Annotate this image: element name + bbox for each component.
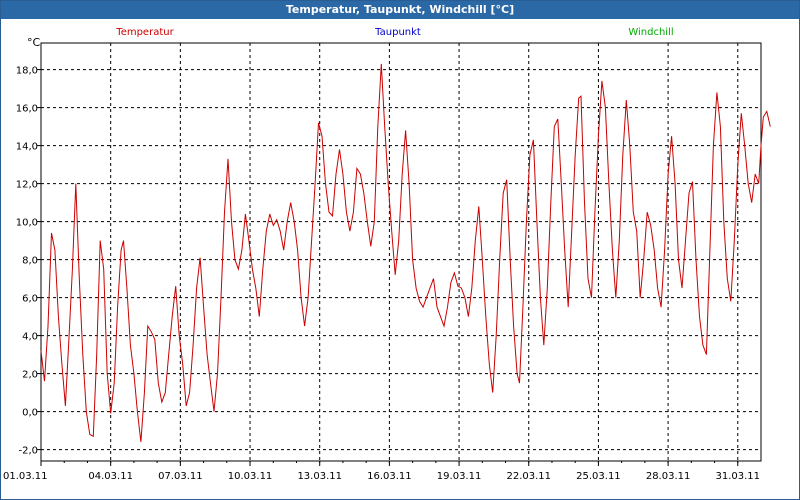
y-tick-label: 0,0 bbox=[22, 408, 38, 419]
legend-entry-temperatur: Temperatur bbox=[115, 27, 174, 38]
y-tick-label: 8,0 bbox=[22, 256, 38, 267]
legend-entry-windchill: Windchill bbox=[628, 27, 673, 38]
y-tick-label: -2,0 bbox=[18, 446, 38, 457]
x-tick-label: 25.03.11 bbox=[576, 471, 621, 482]
x-tick-label: 19.03.11 bbox=[437, 471, 482, 482]
y-tick-label: 18,0 bbox=[16, 66, 38, 77]
y-axis-ticks: -2,0 0,0 2,0 4,0 6,0 8,0 10,0 12,0 14,0 16,0 18,0 bbox=[16, 66, 41, 457]
x-tick-label: 10.03.11 bbox=[228, 471, 273, 482]
y-axis-unit-label: °C bbox=[27, 36, 41, 49]
legend-entry-taupunkt: Taupunkt bbox=[374, 27, 421, 38]
x-tick-label: 22.03.11 bbox=[506, 471, 551, 482]
y-tick-label: 4,0 bbox=[22, 332, 38, 343]
x-tick-label: 01.03.11 bbox=[3, 471, 48, 482]
legend: Temperatur Taupunkt Windchill bbox=[115, 27, 673, 38]
chart-window: Temperatur, Taupunkt, Windchill [°C] -2,… bbox=[0, 0, 800, 500]
x-tick-label: 31.03.11 bbox=[716, 471, 761, 482]
y-tick-label: 12,0 bbox=[16, 180, 38, 191]
x-tick-label: 04.03.11 bbox=[88, 471, 133, 482]
y-tick-label: 6,0 bbox=[22, 294, 38, 305]
x-tick-label: 16.03.11 bbox=[367, 471, 412, 482]
y-tick-label: 14,0 bbox=[16, 142, 38, 153]
y-tick-label: 16,0 bbox=[16, 104, 38, 115]
x-tick-label: 07.03.11 bbox=[158, 471, 203, 482]
x-tick-label: 28.03.11 bbox=[646, 471, 691, 482]
window-title: Temperatur, Taupunkt, Windchill [°C] bbox=[1, 1, 799, 19]
x-axis-ticks: 01.03.11 04.03.11 07.03.11 10.03.11 13.03.11… bbox=[3, 461, 760, 482]
y-tick-label: 2,0 bbox=[22, 370, 38, 381]
x-tick-label: 13.03.11 bbox=[297, 471, 342, 482]
temperature-chart: -2,00,02,04,06,08,010,012,014,016,018,0 … bbox=[3, 27, 771, 482]
plot-area bbox=[40, 42, 762, 462]
y-tick-label: 10,0 bbox=[16, 218, 38, 229]
